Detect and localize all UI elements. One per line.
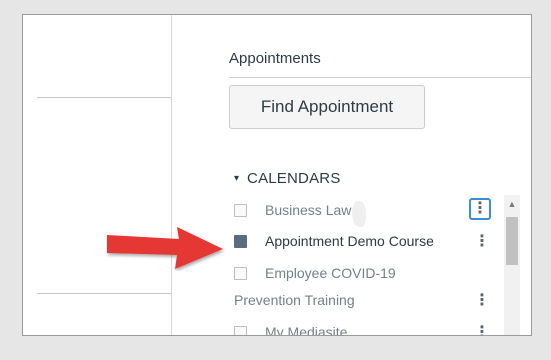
calendar-item-label: Employee COVID-19 <box>265 265 396 281</box>
calendar-checkbox[interactable] <box>234 266 247 280</box>
heading-divider <box>229 77 531 78</box>
sidebar: Appointments Find Appointment ▾ CALENDAR… <box>172 15 531 335</box>
scroll-up-arrow-icon[interactable]: ▲ <box>504 199 520 209</box>
scrollbar-thumb[interactable] <box>506 217 518 265</box>
find-appointment-button[interactable]: Find Appointment <box>229 85 425 129</box>
grid-divider <box>37 293 171 294</box>
calendar-checkbox[interactable] <box>234 325 247 335</box>
calendar-options-kebab-icon[interactable]: ⋮ <box>469 198 491 220</box>
calendar-item-appointment-demo-course[interactable]: Appointment Demo Course <box>234 233 434 249</box>
calendar-options-kebab-icon[interactable]: ⋮ <box>471 322 493 336</box>
calendar-item-label-wrap: Prevention Training <box>234 292 355 308</box>
calendar-options-kebab-icon[interactable]: ⋮ <box>471 290 493 312</box>
calendar-item-employee-covid-19[interactable]: Employee COVID-19 <box>234 265 396 281</box>
calendar-checkbox[interactable] <box>234 203 247 217</box>
calendar-item-my-mediasite[interactable]: My Mediasite <box>234 324 348 336</box>
calendar-item-label: Business Law <box>265 202 352 218</box>
calendar-item-label: My Mediasite <box>265 324 348 336</box>
calendar-grid-area <box>23 15 171 335</box>
mouse-cursor-blur <box>352 201 366 227</box>
grid-divider <box>37 97 171 98</box>
calendar-item-label: Appointment Demo Course <box>265 233 434 249</box>
calendars-section-toggle[interactable]: ▾ CALENDARS <box>234 170 341 187</box>
red-arrow-annotation-icon <box>107 227 223 269</box>
calendars-heading: CALENDARS <box>247 170 341 187</box>
calendar-options-kebab-icon[interactable]: ⋮ <box>471 231 493 253</box>
calendar-list-scrollbar[interactable]: ▲ <box>504 195 520 335</box>
caret-down-icon: ▾ <box>234 173 240 184</box>
calendar-checkbox[interactable] <box>234 234 247 248</box>
appointments-heading: Appointments <box>229 50 321 67</box>
calendar-window: Appointments Find Appointment ▾ CALENDAR… <box>22 14 532 336</box>
calendar-item-business-law[interactable]: Business Law <box>234 202 351 218</box>
